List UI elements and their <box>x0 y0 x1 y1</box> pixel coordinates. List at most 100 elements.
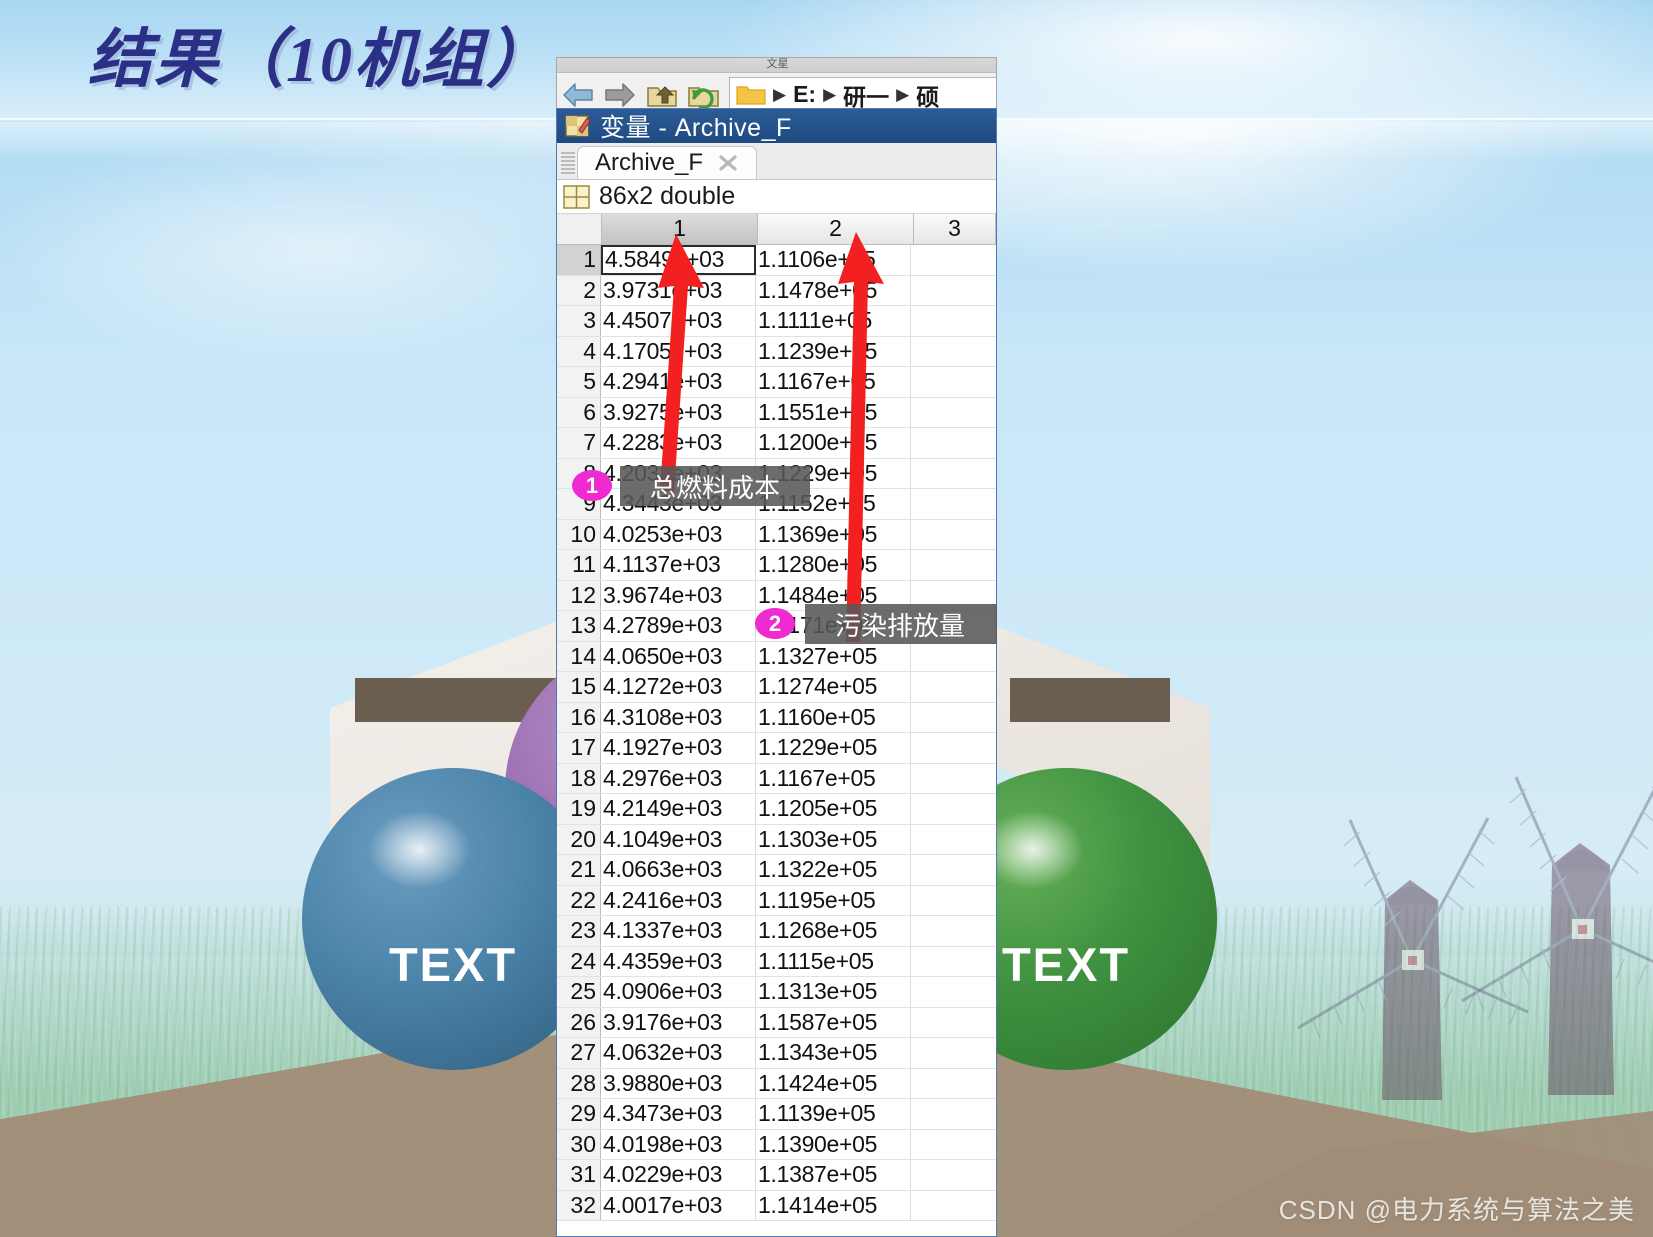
table-row[interactable]: 24 4.4359e+03 1.1115e+05 <box>557 946 996 977</box>
table-cell-empty[interactable] <box>911 733 996 763</box>
table-cell[interactable]: 4.1272e+03 <box>601 672 756 702</box>
row-header[interactable]: 32 <box>557 1190 601 1220</box>
table-cell[interactable]: 4.1927e+03 <box>601 733 756 763</box>
table-cell[interactable]: 1.1111e+05 <box>756 306 911 336</box>
column-header-2[interactable]: 2 <box>758 214 914 244</box>
table-cell[interactable]: 4.0253e+03 <box>601 519 756 549</box>
table-row[interactable]: 28 3.9880e+03 1.1424e+05 <box>557 1068 996 1099</box>
column-header-3[interactable]: 3 <box>914 214 996 244</box>
table-cell[interactable]: 4.0017e+03 <box>601 1190 756 1220</box>
table-row[interactable]: 23 4.1337e+03 1.1268e+05 <box>557 916 996 947</box>
table-row[interactable]: 3 4.4507e+03 1.1111e+05 <box>557 306 996 337</box>
row-header[interactable]: 19 <box>557 794 601 824</box>
table-cell-empty[interactable] <box>911 1038 996 1068</box>
table-cell[interactable]: 4.1705e+03 <box>601 336 756 366</box>
row-header[interactable]: 28 <box>557 1068 601 1098</box>
table-row[interactable]: 30 4.0198e+03 1.1390e+05 <box>557 1129 996 1160</box>
row-header[interactable]: 24 <box>557 946 601 976</box>
table-cell[interactable]: 4.0229e+03 <box>601 1160 756 1190</box>
table-row[interactable]: 22 4.2416e+03 1.1195e+05 <box>557 885 996 916</box>
row-header[interactable]: 20 <box>557 824 601 854</box>
tab-archive-f[interactable]: Archive_F <box>577 146 757 179</box>
table-cell-empty[interactable] <box>911 886 996 916</box>
table-cell[interactable]: 1.1106e+05 <box>756 245 911 275</box>
table-cell-empty[interactable] <box>911 1130 996 1160</box>
table-cell-empty[interactable] <box>911 1069 996 1099</box>
breadcrumb-folder-1[interactable]: 研一 <box>843 78 889 112</box>
row-header[interactable]: 16 <box>557 702 601 732</box>
table-cell-empty[interactable] <box>911 276 996 306</box>
row-header[interactable]: 14 <box>557 641 601 671</box>
table-cell-empty[interactable] <box>911 459 996 489</box>
table-cell[interactable]: 1.1160e+05 <box>756 702 911 732</box>
breadcrumb-drive[interactable]: E: <box>793 81 816 108</box>
table-cell-empty[interactable] <box>911 642 996 672</box>
table-row[interactable]: 26 3.9176e+03 1.1587e+05 <box>557 1007 996 1038</box>
table-cell[interactable]: 4.0906e+03 <box>601 977 756 1007</box>
row-header[interactable]: 25 <box>557 977 601 1007</box>
table-cell[interactable]: 1.1167e+05 <box>756 763 911 793</box>
table-row[interactable]: 20 4.1049e+03 1.1303e+05 <box>557 824 996 855</box>
table-cell[interactable]: 1.1274e+05 <box>756 672 911 702</box>
row-header[interactable]: 10 <box>557 519 601 549</box>
table-cell[interactable]: 4.1137e+03 <box>601 550 756 580</box>
table-cell[interactable]: 1.1390e+05 <box>756 1129 911 1159</box>
table-cell-empty[interactable] <box>911 855 996 885</box>
table-cell-empty[interactable] <box>911 520 996 550</box>
table-cell-empty[interactable] <box>911 367 996 397</box>
table-cell[interactable]: 4.2283e+03 <box>601 428 756 458</box>
table-cell-empty[interactable] <box>911 703 996 733</box>
table-cell[interactable]: 4.1049e+03 <box>601 824 756 854</box>
table-row[interactable]: 6 3.9275e+03 1.1551e+05 <box>557 397 996 428</box>
table-row[interactable]: 19 4.2149e+03 1.1205e+05 <box>557 794 996 825</box>
breadcrumb-folder-2[interactable]: 硕 <box>916 78 939 112</box>
table-cell-empty[interactable] <box>911 245 996 275</box>
table-cell[interactable]: 1.1205e+05 <box>756 794 911 824</box>
table-cell-empty[interactable] <box>911 306 996 336</box>
table-cell-empty[interactable] <box>911 825 996 855</box>
table-row[interactable]: 2 3.9731e+03 1.1478e+05 <box>557 275 996 306</box>
row-header[interactable]: 7 <box>557 428 601 458</box>
table-cell[interactable]: 1.1139e+05 <box>756 1099 911 1129</box>
table-row[interactable]: 7 4.2283e+03 1.1200e+05 <box>557 428 996 459</box>
table-cell[interactable]: 4.2941e+03 <box>601 367 756 397</box>
table-cell[interactable]: 3.9674e+03 <box>601 580 756 610</box>
table-row[interactable]: 18 4.2976e+03 1.1167e+05 <box>557 763 996 794</box>
row-header[interactable]: 6 <box>557 397 601 427</box>
table-cell-empty[interactable] <box>911 1099 996 1129</box>
row-header[interactable]: 11 <box>557 550 601 580</box>
table-cell[interactable]: 1.1387e+05 <box>756 1160 911 1190</box>
table-cell[interactable]: 3.9880e+03 <box>601 1068 756 1098</box>
row-header[interactable]: 2 <box>557 275 601 305</box>
table-row[interactable]: 14 4.0650e+03 1.1327e+05 <box>557 641 996 672</box>
table-cell-empty[interactable] <box>911 550 996 580</box>
table-cell-empty[interactable] <box>911 489 996 519</box>
table-cell-empty[interactable] <box>911 1191 996 1221</box>
table-cell-empty[interactable] <box>911 916 996 946</box>
row-header[interactable]: 12 <box>557 580 601 610</box>
table-cell[interactable]: 4.0632e+03 <box>601 1038 756 1068</box>
table-cell[interactable]: 3.9176e+03 <box>601 1007 756 1037</box>
row-header[interactable]: 17 <box>557 733 601 763</box>
table-cell[interactable]: 1.1239e+05 <box>756 336 911 366</box>
table-cell-empty[interactable] <box>911 672 996 702</box>
table-cell[interactable]: 4.3108e+03 <box>601 702 756 732</box>
row-header[interactable]: 18 <box>557 763 601 793</box>
table-cell[interactable]: 1.1200e+05 <box>756 428 911 458</box>
column-header-1[interactable]: 1 <box>602 214 758 244</box>
table-cell[interactable]: 4.0650e+03 <box>601 641 756 671</box>
table-cell[interactable]: 4.2416e+03 <box>601 885 756 915</box>
table-cell[interactable]: 1.1424e+05 <box>756 1068 911 1098</box>
table-row[interactable]: 4 4.1705e+03 1.1239e+05 <box>557 336 996 367</box>
table-cell-empty[interactable] <box>911 1008 996 1038</box>
table-cell[interactable]: 4.1337e+03 <box>601 916 756 946</box>
table-row[interactable]: 11 4.1137e+03 1.1280e+05 <box>557 550 996 581</box>
table-row[interactable]: 27 4.0632e+03 1.1343e+05 <box>557 1038 996 1069</box>
table-cell[interactable]: 1.1313e+05 <box>756 977 911 1007</box>
table-cell-empty[interactable] <box>911 398 996 428</box>
table-row[interactable]: 21 4.0663e+03 1.1322e+05 <box>557 855 996 886</box>
table-cell[interactable]: 1.1587e+05 <box>756 1007 911 1037</box>
table-cell[interactable]: 4.3473e+03 <box>601 1099 756 1129</box>
table-cell[interactable]: 4.4507e+03 <box>601 306 756 336</box>
table-cell[interactable]: 1.1167e+05 <box>756 367 911 397</box>
